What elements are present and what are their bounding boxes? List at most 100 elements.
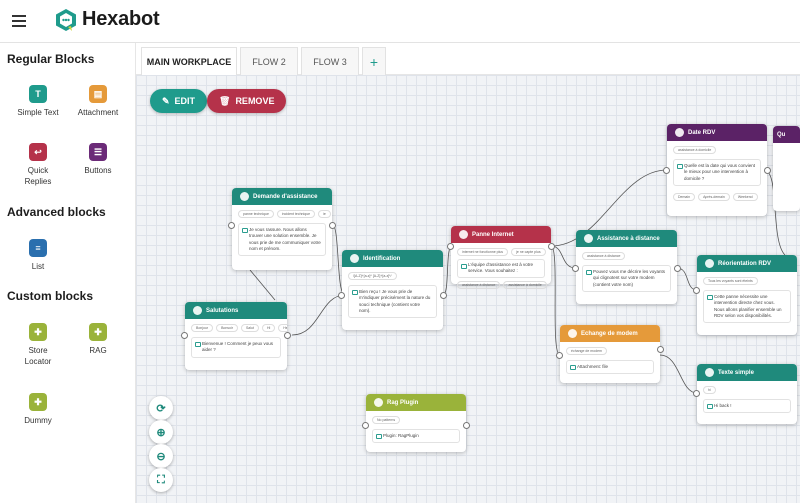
hexabot-logo-icon <box>56 9 76 31</box>
quick-replies-icon: ↩ <box>29 143 47 161</box>
input-port[interactable] <box>572 265 579 272</box>
simple-text-icon <box>350 254 359 263</box>
add-tab-button[interactable]: + <box>362 47 386 75</box>
node-title: Demande d'assistance <box>253 193 318 200</box>
output-port[interactable] <box>764 167 771 174</box>
node-salutations[interactable]: Salutations BonjourBonsoirSalutHiHello B… <box>185 302 287 370</box>
block-store-locator[interactable]: ✚ Store Locator <box>8 323 68 368</box>
tab-flow-2[interactable]: FLOW 2 <box>240 47 298 75</box>
input-port[interactable] <box>362 422 369 429</box>
pattern-chip: Salut <box>240 324 259 332</box>
block-simple-text[interactable]: T Simple Text <box>8 85 68 117</box>
block-label: RAG <box>89 346 107 355</box>
node-message: Quelle est la date qui vous convient le … <box>673 159 761 186</box>
block-label: Quick Replies <box>24 166 52 186</box>
node-date-rdv[interactable]: Date RDV assistance à domicile Quelle es… <box>667 124 767 216</box>
top-bar: Hexabot <box>0 0 800 43</box>
flow-tabs: MAIN WORKPLACE FLOW 2 FLOW 3 + <box>136 43 800 75</box>
output-port[interactable] <box>329 222 336 229</box>
node-rag-plugin[interactable]: Rag Plugin No patterns Plugin: RagPlugin <box>366 394 466 452</box>
node-message: Attachment: file <box>566 360 654 375</box>
block-rag[interactable]: ✚ RAG <box>68 323 128 355</box>
node-title: Date RDV <box>688 129 716 136</box>
zoom-in-icon: ⊕ <box>156 426 166 439</box>
output-port[interactable] <box>284 332 291 339</box>
remove-button[interactable]: 🗑 REMOVE <box>207 89 287 113</box>
simple-text-icon <box>193 306 202 315</box>
node-reorientation-rdv[interactable]: Réorientation RDV Tous les voyants sont … <box>697 255 797 335</box>
input-port[interactable] <box>447 243 454 250</box>
node-title: Identification <box>363 255 401 262</box>
pattern-chip: Hello <box>278 324 287 332</box>
input-port[interactable] <box>663 167 670 174</box>
block-dummy[interactable]: ✚ Dummy <box>8 393 68 425</box>
block-buttons[interactable]: ☰ Buttons <box>68 143 128 175</box>
quick-reply-chip: assistance à domicile <box>503 280 547 289</box>
node-title: Echange de modem <box>581 330 638 337</box>
node-title: Texte simple <box>718 369 754 376</box>
input-port[interactable] <box>181 332 188 339</box>
list-icon: ≡ <box>29 239 47 257</box>
button-chip: Weekend <box>732 192 758 201</box>
buttons-icon <box>675 128 684 137</box>
output-port[interactable] <box>674 265 681 272</box>
pattern-chip: je ne capte plus <box>511 248 546 256</box>
block-list[interactable]: ≡ List <box>8 239 68 271</box>
zoom-in-button[interactable]: ⊕ <box>149 420 173 444</box>
section-regular-blocks: Regular Blocks <box>7 52 95 66</box>
node-demande-assistance[interactable]: Demande d'assistance panne technique inci… <box>232 188 332 270</box>
block-label: Buttons <box>84 166 112 175</box>
input-port[interactable] <box>693 287 700 294</box>
output-port[interactable] <box>548 243 555 250</box>
node-panne-internet[interactable]: Panne Internet internet ne fonctionne pl… <box>451 226 551 289</box>
quick-replies-icon <box>459 230 468 239</box>
node-title: Réorientation RDV <box>718 260 772 267</box>
tab-main-workplace[interactable]: MAIN WORKPLACE <box>141 47 237 75</box>
pattern-chip: Hi <box>261 324 276 332</box>
block-attachment[interactable]: ▤ Attachment <box>68 85 128 117</box>
output-port[interactable] <box>440 292 447 299</box>
reset-zoom-button[interactable]: ⟳ <box>149 396 173 420</box>
block-sidebar: Regular Blocks T Simple Text ▤ Attachmen… <box>0 43 136 503</box>
node-texte-simple[interactable]: Texte simple hi Hi back ! <box>697 364 797 424</box>
pattern-chip: hi <box>703 386 716 394</box>
pattern-chip: Tous les voyants sont éteints <box>703 277 758 285</box>
input-port[interactable] <box>338 292 345 299</box>
node-echange-modem[interactable]: Echange de modem échange de modem Attach… <box>560 325 660 383</box>
node-message: Plugin: RagPlugin <box>372 429 460 444</box>
node-message: Bienvenue ! Comment je peux vous aider ? <box>191 337 281 358</box>
node-title: Assistance à distance <box>597 235 660 242</box>
simple-text-icon <box>240 192 249 201</box>
node-assistance-distance[interactable]: Assistance à distance assistance à dista… <box>576 230 677 304</box>
node-message: L'équipe d'assistance est à votre servic… <box>457 259 545 278</box>
zoom-out-icon: ⊖ <box>156 450 166 463</box>
pattern-chip: /[A-Z]+[a-z]* [A-Z]+[a-z]*/ <box>348 272 397 280</box>
tab-flow-3[interactable]: FLOW 3 <box>301 47 359 75</box>
node-title: Panne Internet <box>472 231 514 238</box>
edit-button[interactable]: ✎ EDIT <box>150 89 208 113</box>
menu-icon[interactable] <box>12 15 26 27</box>
puzzle-icon <box>374 398 383 407</box>
block-quick-replies[interactable]: ↩ Quick Replies <box>8 143 68 188</box>
puzzle-icon: ✚ <box>89 323 107 341</box>
input-port[interactable] <box>556 352 563 359</box>
button-chip: Après-demain <box>698 192 730 201</box>
puzzle-icon: ✚ <box>29 323 47 341</box>
zoom-out-button[interactable]: ⊖ <box>149 444 173 468</box>
output-port[interactable] <box>463 422 470 429</box>
remove-label: REMOVE <box>235 96 275 106</box>
node-title: Qu <box>777 131 786 138</box>
pattern-chip: incident technique <box>276 210 316 218</box>
fit-view-button[interactable]: ⛶ <box>149 468 173 492</box>
pattern-chip: No patterns <box>372 416 401 424</box>
attachment-icon <box>568 329 577 338</box>
pencil-icon: ✎ <box>162 95 170 106</box>
output-port[interactable] <box>657 346 664 353</box>
block-label: List <box>31 262 45 271</box>
block-label: Simple Text <box>17 108 59 117</box>
node-identification[interactable]: Identification /[A-Z]+[a-z]* [A-Z]+[a-z]… <box>342 250 443 330</box>
node-partial-offscreen[interactable]: Qu <box>773 126 800 211</box>
node-title: Salutations <box>206 307 239 314</box>
input-port[interactable] <box>693 390 700 397</box>
input-port[interactable] <box>228 222 235 229</box>
